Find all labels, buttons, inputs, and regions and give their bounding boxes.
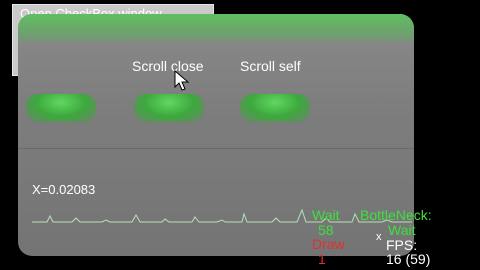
hud-x-marker: x: [376, 231, 382, 243]
scroll-close-label: Scroll close: [132, 58, 204, 74]
hud-draw-label: Draw: [312, 236, 345, 252]
hud-fps-value: 16 (59): [386, 251, 431, 267]
hud-bottleneck-label: BottleNeck:: [360, 207, 432, 223]
hud-wait-label: Wait: [312, 207, 340, 223]
signal-graph: [32, 208, 412, 223]
x-readout: X=0.02083: [32, 182, 96, 197]
hud-bottleneck-value: Wait: [388, 222, 416, 238]
signal-line: [32, 208, 412, 223]
mouse-cursor-icon: [174, 70, 190, 91]
scroll-close-button[interactable]: [134, 94, 204, 122]
scroll-self-button[interactable]: [240, 94, 310, 122]
panel-divider: [18, 148, 414, 149]
scroll-self-label: Scroll self: [240, 58, 301, 74]
hud-draw-value: 1: [318, 251, 326, 267]
panel-title-bar[interactable]: [18, 14, 414, 44]
green-button-1[interactable]: [26, 94, 96, 122]
